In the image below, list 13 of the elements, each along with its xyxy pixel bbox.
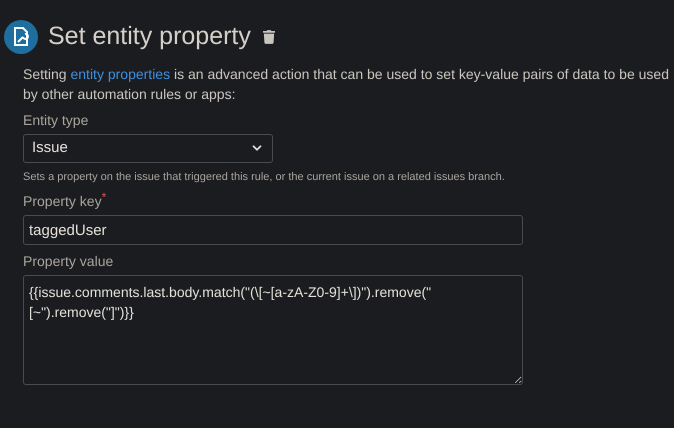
page-title: Set entity property bbox=[48, 21, 251, 52]
help-text: Sets a property on the issue that triggered this rule, or the current issue on a related issues branch. bbox=[23, 170, 506, 184]
field-label: Property value bbox=[23, 252, 114, 271]
trash-icon[interactable] bbox=[262, 30, 275, 44]
property-key-field[interactable]: taggedUser bbox=[23, 215, 523, 245]
field-label: Entity type bbox=[23, 110, 88, 130]
field-label: Property key bbox=[23, 192, 102, 211]
required-mark: * bbox=[102, 191, 106, 206]
entity-type-dropdown[interactable]: Issue bbox=[23, 134, 273, 162]
property-value-field[interactable]: {{issue.comments.last.body.match("(\[~[a-zA-Z0-9]+\])").remove("[~").remove("]")}} bbox=[23, 275, 523, 385]
document-wrench-icon bbox=[4, 20, 38, 54]
entity-properties-link[interactable]: entity properties bbox=[70, 66, 170, 82]
description-text: Setting entity properties is an advanced action that can be used to set key-value pairs of data to be used by other automation rules or apps: bbox=[23, 64, 670, 104]
